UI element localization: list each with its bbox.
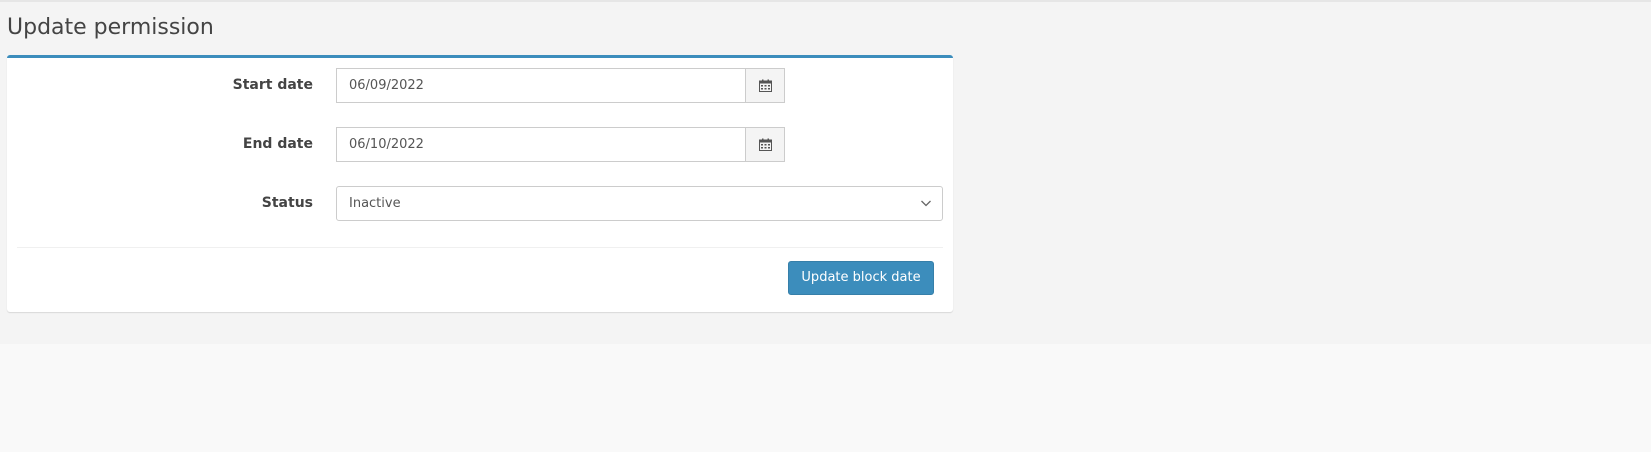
end-date-input[interactable] (336, 127, 746, 162)
calendar-icon (758, 79, 772, 92)
start-date-row: Start date (7, 68, 953, 103)
start-date-label: Start date (232, 77, 313, 93)
chevron-down-icon (921, 200, 931, 207)
content-wrapper: Update permission Start date 06/09/2022 … (0, 2, 1651, 344)
end-date-row: End date (7, 127, 953, 162)
update-block-date-button[interactable]: Update block date (788, 261, 934, 295)
start-date-input[interactable] (336, 68, 746, 103)
page-title: Update permission (7, 15, 214, 40)
status-row: Status Inactive (7, 186, 953, 221)
permission-form-box: Start date End date (7, 55, 953, 312)
end-date-calendar-button[interactable] (745, 127, 785, 162)
start-date-calendar-button[interactable] (745, 68, 785, 103)
status-selected-value: Inactive (349, 196, 401, 211)
form-footer-divider (17, 247, 943, 248)
end-date-label: End date (242, 136, 313, 152)
status-select[interactable]: Inactive (336, 186, 943, 221)
calendar-icon (758, 138, 772, 151)
status-label: Status (261, 195, 313, 211)
